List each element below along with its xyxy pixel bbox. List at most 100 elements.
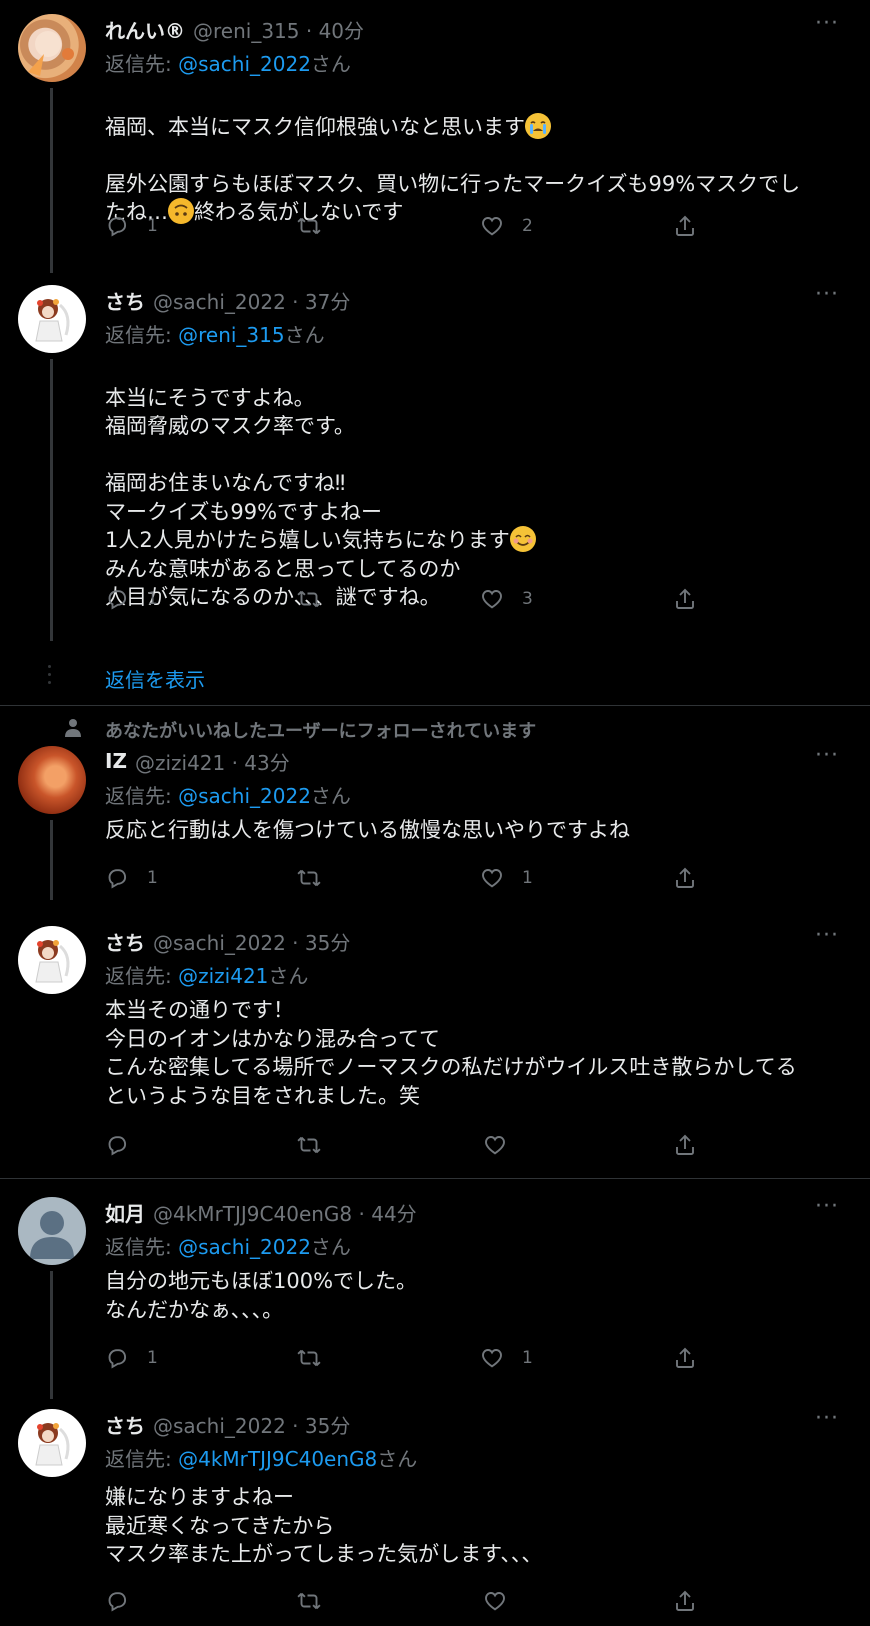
display-name[interactable]: IZ <box>105 749 127 773</box>
retweet-icon <box>297 866 321 890</box>
retweet-button[interactable] <box>297 1344 339 1372</box>
reply-suffix: さん <box>284 323 325 347</box>
tweet-actions: 1 3 <box>105 585 725 613</box>
reply-button[interactable]: 1 <box>105 212 158 240</box>
avatar[interactable] <box>18 285 86 353</box>
share-button[interactable] <box>673 585 697 613</box>
tweet-header: さち @sachi_2022 · 37分 <box>105 285 350 315</box>
tweet[interactable]: 如月 @4kMrTJJ9C40enG8 · 44分 ··· 返信先: @sach… <box>0 1196 870 1399</box>
like-icon <box>480 587 504 611</box>
show-replies-link[interactable]: 返信を表示 <box>105 664 205 693</box>
reply-prefix: 返信先: <box>105 784 179 808</box>
reply-count: 1 <box>147 1348 158 1368</box>
thread-continuation-dots <box>48 665 51 689</box>
like-button[interactable]: 3 <box>480 585 533 613</box>
reply-icon <box>105 866 129 890</box>
like-icon <box>480 1346 504 1370</box>
share-button[interactable] <box>673 864 697 892</box>
mention-link[interactable]: @zizi421 <box>178 964 268 988</box>
crying-emoji-icon <box>525 112 551 139</box>
tweet-text: 福岡、本当にマスク信仰根強いなと思います 屋外公園すらもほぼマスク、買い物に行っ… <box>105 84 835 227</box>
mention-link[interactable]: @4kMrTJJ9C40enG8 <box>178 1447 377 1471</box>
tweet[interactable]: さち @sachi_2022 · 37分 ··· 返信先: @reni_315さ… <box>0 284 870 645</box>
thread-line <box>50 359 53 641</box>
retweet-icon <box>297 1346 321 1370</box>
tweet[interactable]: さち @sachi_2022 · 35分 ··· 返信先: @4kMrTJJ9C… <box>0 1408 870 1619</box>
like-button[interactable] <box>483 1587 525 1615</box>
reply-button[interactable]: 1 <box>105 864 158 892</box>
tweet[interactable]: さち @sachi_2022 · 35分 ··· 返信先: @zizi421さん… <box>0 925 870 1166</box>
tweet-text-line: 本当にそうですよね。 福岡脅威のマスク率です。 福岡お住まいなんですね‼︎ マー… <box>105 385 510 553</box>
retweet-icon <box>297 1589 321 1613</box>
display-name[interactable]: れんい® <box>105 15 185 44</box>
tweet-header: さち @sachi_2022 · 35分 <box>105 1409 350 1439</box>
reply-button[interactable]: 1 <box>105 585 158 613</box>
retweet-button[interactable] <box>297 212 339 240</box>
like-button[interactable]: 1 <box>480 1344 533 1372</box>
tweet-text: 本当にそうですよね。 福岡脅威のマスク率です。 福岡お住まいなんですね‼︎ マー… <box>105 355 835 612</box>
tweet[interactable]: れんい® @reni_315 · 40分 ··· 返信先: @sachi_202… <box>0 13 870 273</box>
mention-link[interactable]: @sachi_2022 <box>178 1235 311 1259</box>
avatar[interactable] <box>18 14 86 82</box>
share-button[interactable] <box>673 1344 697 1372</box>
display-name[interactable]: さち <box>105 1410 145 1439</box>
mention-link[interactable]: @sachi_2022 <box>178 52 311 76</box>
avatar[interactable] <box>18 926 86 994</box>
display-name[interactable]: さち <box>105 927 145 956</box>
reply-suffix: さん <box>310 52 351 76</box>
retweet-icon <box>297 1133 321 1157</box>
like-button[interactable] <box>483 1131 525 1159</box>
like-count: 2 <box>522 216 533 236</box>
thread-line <box>50 88 53 273</box>
reply-button[interactable]: 1 <box>105 1344 158 1372</box>
share-button[interactable] <box>673 1587 697 1615</box>
more-icon[interactable]: ··· <box>814 925 840 952</box>
like-button[interactable]: 1 <box>480 864 533 892</box>
like-count: 3 <box>522 589 533 609</box>
like-button[interactable]: 2 <box>480 212 533 240</box>
share-button[interactable] <box>673 212 697 240</box>
more-icon[interactable]: ··· <box>814 13 840 40</box>
avatar[interactable] <box>18 1197 86 1265</box>
like-icon <box>483 1589 507 1613</box>
reply-button[interactable] <box>105 1587 147 1615</box>
handle-and-time[interactable]: @sachi_2022 · 37分 <box>153 286 350 315</box>
display-name[interactable]: さち <box>105 286 145 315</box>
handle-and-time[interactable]: @sachi_2022 · 35分 <box>153 1410 350 1439</box>
share-icon <box>673 1589 697 1613</box>
reply-icon <box>105 1133 129 1157</box>
like-count: 1 <box>522 1348 533 1368</box>
share-button[interactable] <box>673 1131 697 1159</box>
reply-prefix: 返信先: <box>105 964 179 988</box>
reply-button[interactable] <box>105 1131 147 1159</box>
mention-link[interactable]: @sachi_2022 <box>178 784 311 808</box>
tweet[interactable]: IZ @zizi421 · 43分 ··· 返信先: @sachi_2022さん… <box>0 745 870 900</box>
handle-and-time[interactable]: @zizi421 · 43分 <box>135 747 290 776</box>
reply-to: 返信先: @sachi_2022さん <box>105 48 351 77</box>
retweet-button[interactable] <box>297 1587 339 1615</box>
retweet-button[interactable] <box>297 864 339 892</box>
handle-and-time[interactable]: @4kMrTJJ9C40enG8 · 44分 <box>153 1198 417 1227</box>
divider <box>0 1178 870 1179</box>
tweet-header: 如月 @4kMrTJJ9C40enG8 · 44分 <box>105 1197 417 1227</box>
avatar[interactable] <box>18 746 86 814</box>
reply-suffix: さん <box>268 964 309 988</box>
mention-link[interactable]: @reni_315 <box>178 323 285 347</box>
reply-to: 返信先: @sachi_2022さん <box>105 780 351 809</box>
reply-icon <box>105 1589 129 1613</box>
thread-line <box>50 820 53 900</box>
avatar-illustration <box>35 299 70 342</box>
retweet-button[interactable] <box>297 1131 339 1159</box>
reply-prefix: 返信先: <box>105 52 179 76</box>
handle-and-time[interactable]: @reni_315 · 40分 <box>193 15 364 44</box>
more-icon[interactable]: ··· <box>814 284 840 311</box>
more-icon[interactable]: ··· <box>814 1408 840 1435</box>
more-icon[interactable]: ··· <box>814 745 840 772</box>
display-name[interactable]: 如月 <box>105 1198 145 1227</box>
avatar[interactable] <box>18 1409 86 1477</box>
more-icon[interactable]: ··· <box>814 1196 840 1223</box>
share-icon <box>673 866 697 890</box>
retweet-button[interactable] <box>297 585 339 613</box>
handle-and-time[interactable]: @sachi_2022 · 35分 <box>153 927 350 956</box>
reply-icon <box>105 1346 129 1370</box>
